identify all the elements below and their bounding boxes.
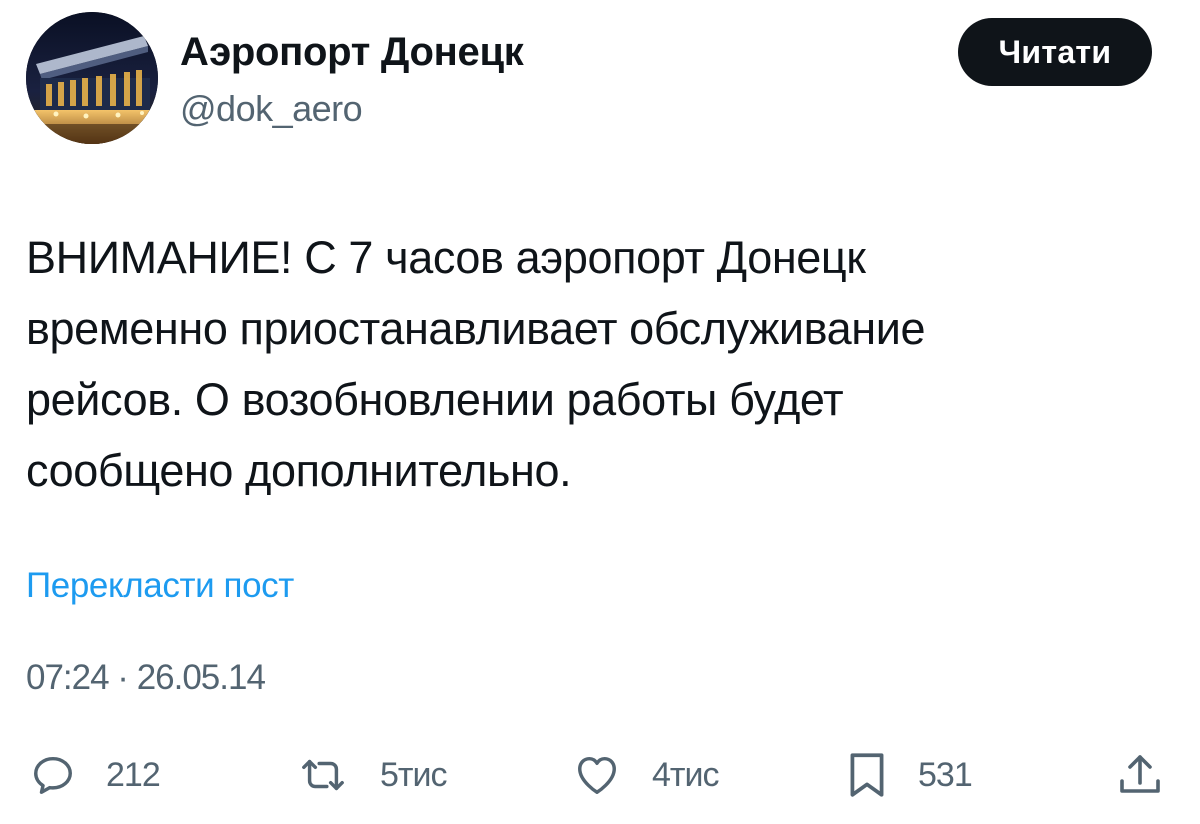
tweet-text: ВНИМАНИЕ! С 7 часов аэропорт Донецк врем… bbox=[26, 222, 1176, 506]
translate-post-link[interactable]: Перекласти пост bbox=[26, 566, 294, 606]
tweet: Аэропорт Донецк @dok_aero Читати ВНИМАНИ… bbox=[0, 0, 1200, 824]
author-handle[interactable]: @dok_aero bbox=[180, 88, 363, 130]
like-button[interactable]: 4тис bbox=[572, 750, 719, 800]
retweet-count: 5тис bbox=[380, 755, 447, 794]
airport-photo-icon bbox=[26, 12, 158, 144]
tweet-text-line: сообщено дополнительно. bbox=[26, 445, 572, 496]
reply-count: 212 bbox=[106, 755, 161, 794]
bookmark-icon bbox=[846, 750, 888, 800]
retweet-icon bbox=[296, 752, 350, 798]
bookmark-count: 531 bbox=[918, 755, 973, 794]
author-name[interactable]: Аэропорт Донецк bbox=[180, 30, 524, 75]
timestamp[interactable]: 07:24 · 26.05.14 bbox=[26, 658, 266, 698]
reply-icon bbox=[30, 752, 76, 798]
like-count: 4тис bbox=[652, 755, 719, 794]
reply-button[interactable]: 212 bbox=[30, 750, 161, 800]
tweet-text-line: временно приостанавливает обслуживание bbox=[26, 303, 926, 354]
tweet-text-line: ВНИМАНИЕ! С 7 часов аэропорт Донецк bbox=[26, 232, 866, 283]
follow-button[interactable]: Читати bbox=[958, 18, 1152, 86]
share-icon bbox=[1118, 751, 1162, 799]
avatar[interactable] bbox=[26, 12, 158, 144]
retweet-button[interactable]: 5тис bbox=[296, 750, 447, 800]
share-button[interactable] bbox=[1118, 750, 1162, 800]
tweet-text-line: рейсов. О возобновлении работы будет bbox=[26, 374, 844, 425]
bookmark-button[interactable]: 531 bbox=[846, 750, 973, 800]
heart-icon bbox=[572, 752, 622, 798]
